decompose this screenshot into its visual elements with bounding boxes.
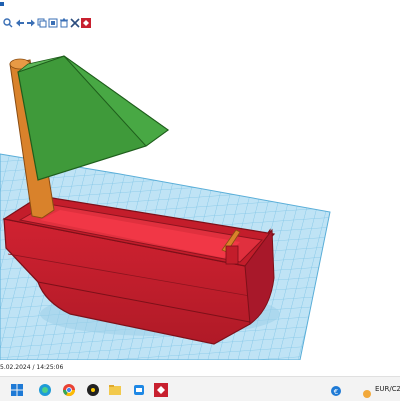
window-top-edge: [0, 0, 400, 10]
svg-text:€: €: [334, 388, 338, 396]
window-edge-marker: [0, 2, 4, 6]
timestamp: 5.02.2024 / 14:25:06: [0, 364, 64, 371]
chrome-app-icon[interactable]: [62, 382, 76, 397]
editor-toolbar: [0, 16, 400, 34]
tinkercad-logo-icon[interactable]: [80, 16, 92, 30]
tray-app-icon[interactable]: [362, 384, 372, 398]
scene-svg[interactable]: [0, 34, 400, 360]
os-taskbar: € EUR/CZ: [0, 376, 400, 401]
tinkercad-app-icon[interactable]: [154, 382, 168, 397]
edge-browser-icon[interactable]: [38, 382, 52, 396]
office-app-icon[interactable]: [132, 382, 146, 396]
rear-post-block: [225, 245, 239, 265]
windows-start-icon[interactable]: [10, 382, 24, 396]
zoom-icon[interactable]: [2, 16, 14, 30]
3d-workplane-view[interactable]: [0, 34, 400, 360]
tray-label: EUR/CZ: [375, 385, 400, 393]
file-explorer-icon[interactable]: [108, 382, 122, 396]
media-app-icon[interactable]: [86, 382, 100, 396]
status-bar: 5.02.2024 / 14:25:06: [0, 364, 400, 376]
currency-tray-icon[interactable]: €: [330, 382, 344, 396]
